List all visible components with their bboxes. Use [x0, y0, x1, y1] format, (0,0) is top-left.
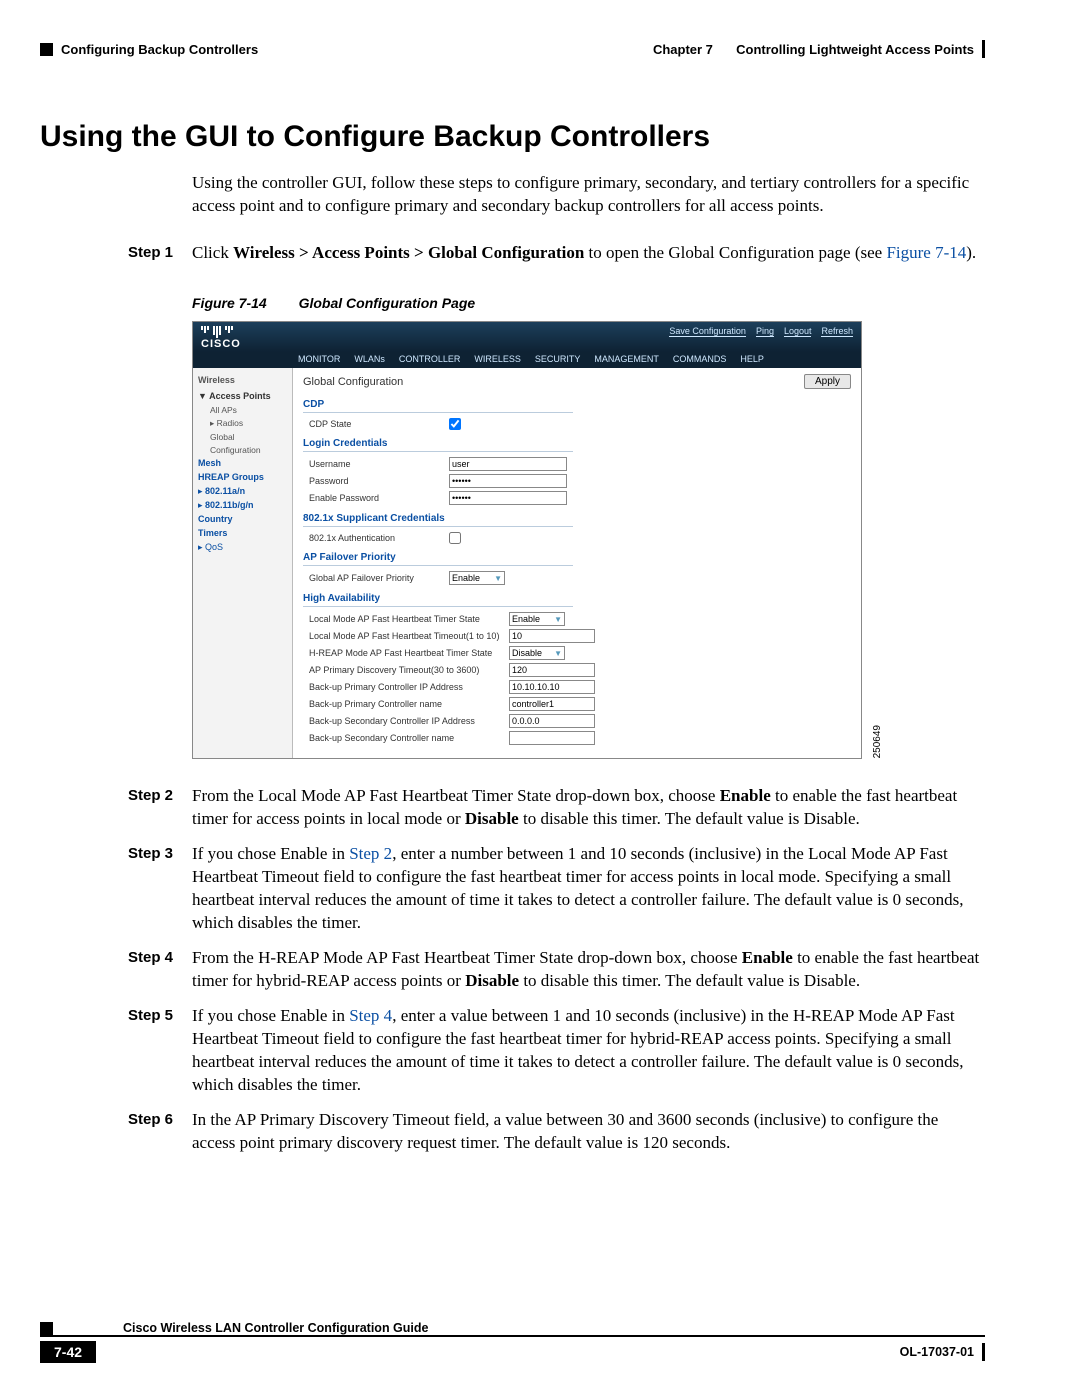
- panel-title: Global Configuration: [303, 376, 403, 388]
- input-local-hb-timeout[interactable]: [509, 629, 595, 643]
- page-number: 7-42: [40, 1341, 96, 1363]
- figure-caption: Figure 7-14 Global Configuration Page: [192, 295, 985, 311]
- apply-button[interactable]: Apply: [804, 374, 851, 389]
- header-bar-icon: [982, 40, 985, 58]
- section-title: Using the GUI to Configure Backup Contro…: [40, 120, 985, 154]
- step-label: Step 3: [128, 843, 192, 935]
- label-backup-secondary-name: Back-up Secondary Controller name: [309, 733, 509, 743]
- header-square-icon: [40, 43, 53, 56]
- sidebar-title: Wireless: [198, 374, 287, 388]
- sidebar-hreap[interactable]: HREAP Groups: [198, 471, 287, 485]
- checkbox-8021x-auth[interactable]: [449, 532, 461, 544]
- link-save-config[interactable]: Save Configuration: [669, 326, 746, 337]
- input-backup-secondary-ip[interactable]: [509, 714, 595, 728]
- footer-bar-icon: [982, 1343, 985, 1361]
- header-chapter: Chapter 7: [653, 42, 713, 57]
- input-backup-primary-name[interactable]: [509, 697, 595, 711]
- sidebar-80211an[interactable]: ▸ 802.11a/n: [198, 485, 287, 499]
- main-panel: Global Configuration Apply CDP CDP State…: [293, 368, 861, 758]
- label-username: Username: [309, 459, 449, 469]
- footer-square-icon: [40, 1322, 53, 1335]
- section-ha: High Availability: [303, 593, 573, 607]
- input-username[interactable]: [449, 457, 567, 471]
- step-label: Step 5: [128, 1005, 192, 1097]
- link-refresh[interactable]: Refresh: [821, 326, 853, 337]
- sidebar-timers[interactable]: Timers: [198, 527, 287, 541]
- label-backup-primary-name: Back-up Primary Controller name: [309, 699, 509, 709]
- input-primary-discovery[interactable]: [509, 663, 595, 677]
- section-failover: AP Failover Priority: [303, 552, 573, 566]
- sidebar-80211bgn[interactable]: ▸ 802.11b/g/n: [198, 499, 287, 513]
- label-8021x-auth: 802.1x Authentication: [309, 533, 449, 543]
- sidebar-country[interactable]: Country: [198, 513, 287, 527]
- link-ping[interactable]: Ping: [756, 326, 774, 337]
- section-cdp: CDP: [303, 399, 573, 413]
- label-failover-priority: Global AP Failover Priority: [309, 573, 449, 583]
- sidebar-qos[interactable]: ▸ QoS: [198, 541, 287, 555]
- footer-guide-title: Cisco Wireless LAN Controller Configurat…: [123, 1321, 428, 1335]
- step-3: Step 3 If you chose Enable in Step 2, en…: [128, 843, 985, 935]
- sidebar-mesh[interactable]: Mesh: [198, 457, 287, 471]
- label-cdp-state: CDP State: [309, 419, 449, 429]
- sidebar-global-config[interactable]: Global Configuration: [210, 431, 287, 457]
- cisco-logo: CISCO: [201, 326, 241, 351]
- nav-management[interactable]: MANAGEMENT: [594, 354, 659, 364]
- nav-help[interactable]: HELP: [740, 354, 764, 364]
- top-links: Save Configuration Ping Logout Refresh: [669, 326, 853, 337]
- sidebar-access-points[interactable]: ▼ Access Points: [198, 390, 287, 404]
- intro-paragraph: Using the controller GUI, follow these s…: [192, 172, 985, 218]
- label-enable-password: Enable Password: [309, 493, 449, 503]
- link-logout[interactable]: Logout: [784, 326, 812, 337]
- label-backup-secondary-ip: Back-up Secondary Controller IP Address: [309, 716, 509, 726]
- left-sidebar: Wireless ▼ Access Points All APs ▸ Radio…: [193, 368, 293, 758]
- header-breadcrumb: Configuring Backup Controllers: [61, 42, 258, 57]
- main-nav: MONITOR WLANs CONTROLLER WIRELESS SECURI…: [193, 352, 861, 368]
- page-footer: Cisco Wireless LAN Controller Configurat…: [40, 1321, 985, 1363]
- label-password: Password: [309, 476, 449, 486]
- label-local-hb-state: Local Mode AP Fast Heartbeat Timer State: [309, 614, 509, 624]
- checkbox-cdp-state[interactable]: [449, 418, 461, 430]
- step-6: Step 6 In the AP Primary Discovery Timeo…: [128, 1109, 985, 1155]
- input-enable-password[interactable]: [449, 491, 567, 505]
- figure-id-number: 250649: [872, 725, 883, 758]
- select-hreap-hb-state[interactable]: Disable▼: [509, 646, 565, 660]
- step-2: Step 2 From the Local Mode AP Fast Heart…: [128, 785, 985, 831]
- step-label: Step 1: [128, 242, 192, 265]
- page-header: Configuring Backup Controllers Chapter 7…: [40, 30, 985, 58]
- sidebar-all-aps[interactable]: All APs: [210, 404, 287, 417]
- nav-security[interactable]: SECURITY: [535, 354, 581, 364]
- step-1: Step 1 Click Wireless > Access Points > …: [128, 242, 985, 265]
- header-chapter-title: Controlling Lightweight Access Points: [736, 42, 974, 57]
- label-backup-primary-ip: Back-up Primary Controller IP Address: [309, 682, 509, 692]
- select-failover-priority[interactable]: Enable▼: [449, 571, 505, 585]
- select-local-hb-state[interactable]: Enable▼: [509, 612, 565, 626]
- label-hreap-hb-state: H-REAP Mode AP Fast Heartbeat Timer Stat…: [309, 648, 509, 658]
- step-5: Step 5 If you chose Enable in Step 4, en…: [128, 1005, 985, 1097]
- input-backup-primary-ip[interactable]: [509, 680, 595, 694]
- label-primary-discovery: AP Primary Discovery Timeout(30 to 3600): [309, 665, 509, 675]
- nav-controller[interactable]: CONTROLLER: [399, 354, 461, 364]
- step-link[interactable]: Step 2: [349, 844, 392, 863]
- step-label: Step 2: [128, 785, 192, 831]
- figure-screenshot: 250649 CISCO Save Configuration Ping Log…: [192, 321, 862, 760]
- nav-commands[interactable]: COMMANDS: [673, 354, 727, 364]
- input-backup-secondary-name[interactable]: [509, 731, 595, 745]
- input-password[interactable]: [449, 474, 567, 488]
- doc-id: OL-17037-01: [900, 1345, 974, 1359]
- nav-wireless[interactable]: WIRELESS: [474, 354, 521, 364]
- section-login: Login Credentials: [303, 438, 573, 452]
- figure-link[interactable]: Figure 7-14: [886, 243, 966, 262]
- step-4: Step 4 From the H-REAP Mode AP Fast Hear…: [128, 947, 985, 993]
- step-label: Step 4: [128, 947, 192, 993]
- sidebar-radios[interactable]: ▸ Radios: [210, 417, 287, 430]
- label-local-hb-timeout: Local Mode AP Fast Heartbeat Timeout(1 t…: [309, 631, 509, 641]
- step-link[interactable]: Step 4: [349, 1006, 392, 1025]
- nav-wlans[interactable]: WLANs: [354, 354, 385, 364]
- section-supplicant: 802.1x Supplicant Credentials: [303, 513, 573, 527]
- step-label: Step 6: [128, 1109, 192, 1155]
- nav-monitor[interactable]: MONITOR: [298, 354, 340, 364]
